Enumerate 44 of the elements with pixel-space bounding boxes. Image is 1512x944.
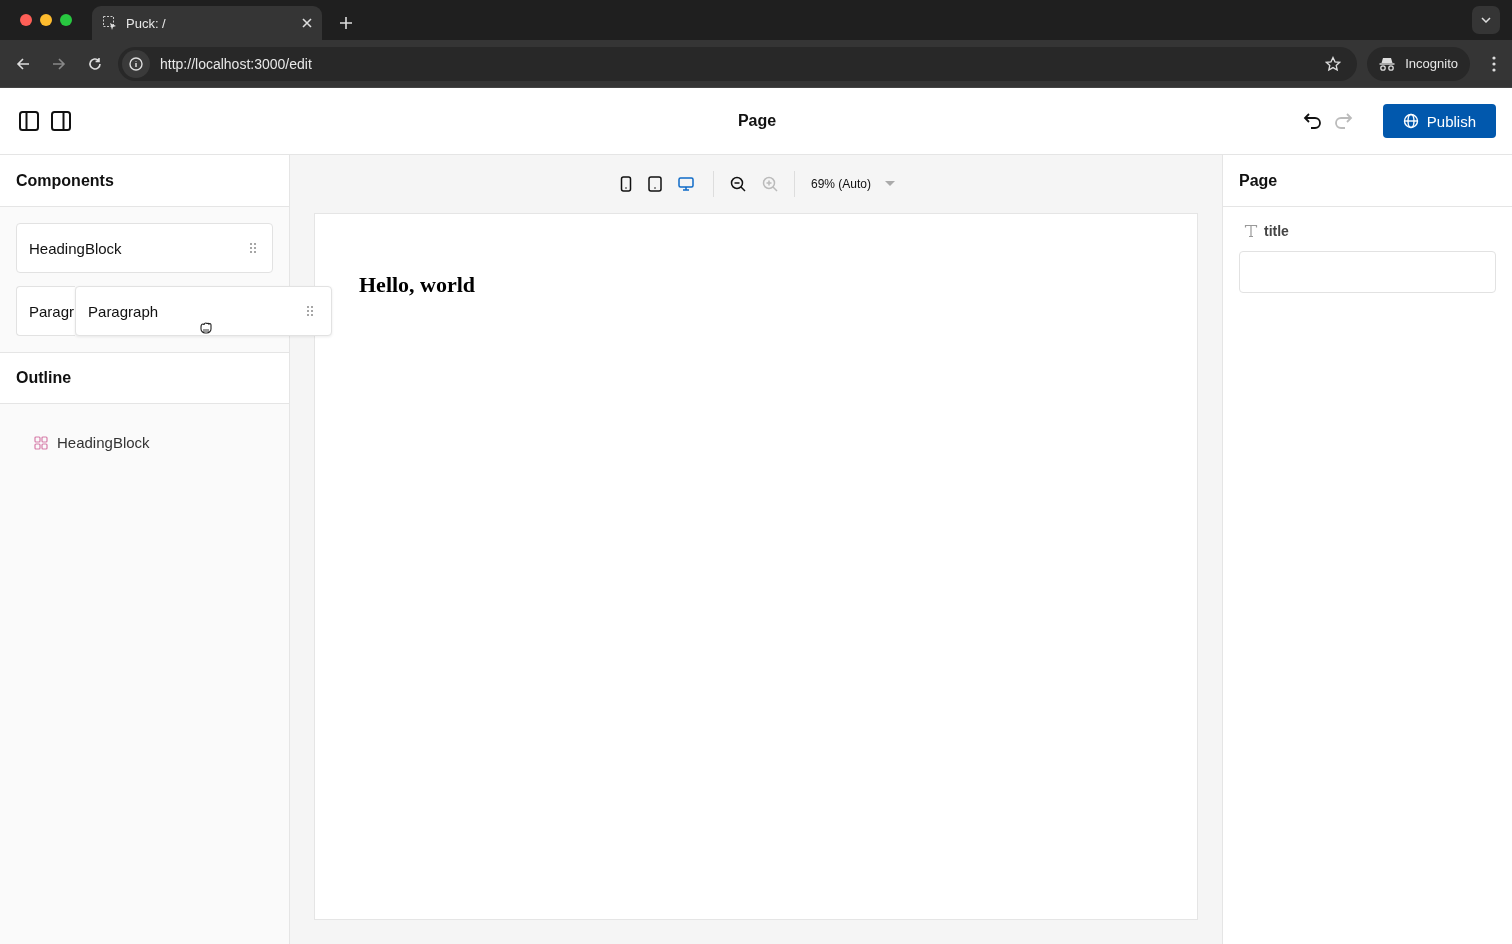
tablet-viewport-button[interactable] <box>645 174 665 194</box>
components-heading: Components <box>0 155 289 207</box>
maximize-window-button[interactable] <box>60 14 72 26</box>
close-window-button[interactable] <box>20 14 32 26</box>
outline-item[interactable]: HeadingBlock <box>34 434 255 451</box>
drag-handle-icon[interactable] <box>307 306 314 316</box>
zoom-select[interactable]: 69% (Auto) <box>811 177 895 191</box>
back-icon[interactable] <box>16 56 30 71</box>
left-sidebar-toggle-icon[interactable] <box>18 110 40 132</box>
caret-icon <box>885 181 895 187</box>
component-item[interactable]: Paragr <box>16 286 76 336</box>
star-icon[interactable] <box>1325 55 1342 72</box>
incognito-icon <box>1379 56 1396 71</box>
component-item[interactable]: HeadingBlock <box>16 223 273 273</box>
text-type-icon <box>1244 224 1258 238</box>
url-text: http://localhost:3000/edit <box>160 55 312 72</box>
reload-icon[interactable] <box>88 56 102 71</box>
selection-icon <box>102 15 118 31</box>
new-tab-icon[interactable] <box>340 17 352 29</box>
right-sidebar-toggle-icon[interactable] <box>50 110 72 132</box>
more-icon[interactable] <box>1492 55 1496 72</box>
page-heading: Hello, world <box>359 272 477 298</box>
tab-search-button[interactable] <box>1472 6 1500 34</box>
drag-handle-icon[interactable] <box>250 243 256 253</box>
info-icon[interactable] <box>129 56 143 71</box>
grab-cursor-icon <box>199 321 214 335</box>
undo-icon[interactable] <box>1302 111 1323 131</box>
address-bar[interactable]: http://localhost:3000/edit <box>118 46 1358 81</box>
close-icon[interactable] <box>302 18 312 28</box>
minimize-window-button[interactable] <box>40 14 52 26</box>
title-input[interactable] <box>1239 251 1496 293</box>
publish-button[interactable]: Publish <box>1382 104 1496 138</box>
desktop-viewport-button[interactable] <box>675 174 697 194</box>
incognito-button[interactable]: Incognito <box>1367 46 1470 81</box>
drag-preview-item[interactable]: Paragraph <box>75 286 333 336</box>
zoom-out-icon[interactable] <box>730 176 746 192</box>
browser-tab[interactable]: Puck: / <box>92 6 322 40</box>
chevron-down-icon <box>1481 17 1491 23</box>
globe-icon <box>1402 113 1419 129</box>
page-title: Page <box>736 112 778 130</box>
field-label: title <box>1264 223 1289 239</box>
forward-icon[interactable] <box>52 56 66 71</box>
outline-heading: Outline <box>0 352 289 404</box>
grid-icon <box>34 435 48 450</box>
